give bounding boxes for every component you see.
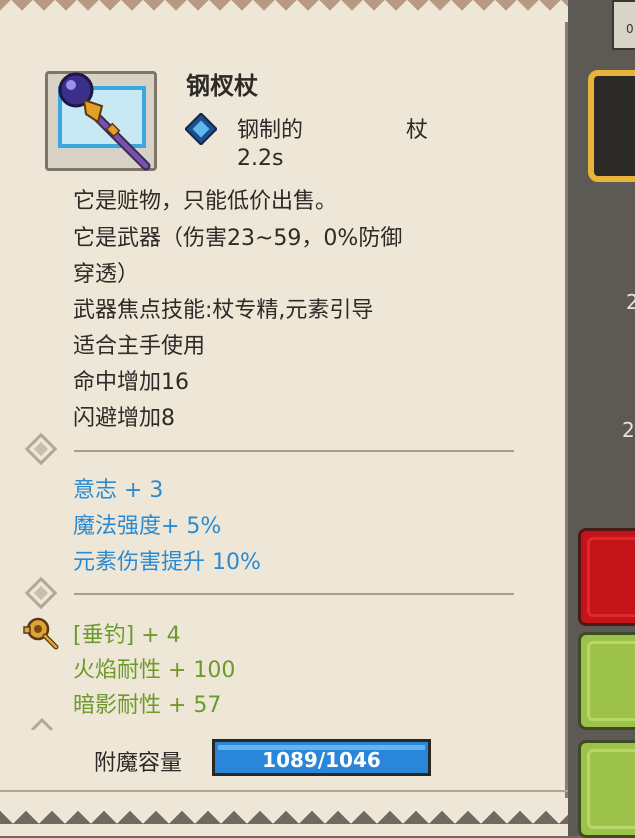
background-number: 2	[622, 418, 635, 442]
item-kind: 杖	[406, 118, 429, 143]
green-button[interactable]	[578, 632, 635, 730]
magic-affix: 元素伤害提升 10%	[73, 550, 261, 575]
section-divider	[74, 450, 514, 452]
green-button[interactable]	[578, 740, 635, 838]
item-quality: 钢制的	[237, 118, 304, 143]
property-line: 适合主手使用	[73, 334, 206, 359]
section-diamond-icon	[24, 576, 58, 610]
property-line: 它是武器（伤害23~59，0%防御	[73, 226, 403, 251]
socket-affix: [垂钓] + 4	[73, 623, 181, 648]
tooltip-bottom-border	[0, 798, 568, 836]
section-diamond-icon	[24, 432, 58, 466]
tooltip-top-border	[0, 0, 568, 22]
property-line: 穿透）	[73, 262, 140, 287]
item-type-icon	[185, 113, 217, 145]
section-divider	[74, 593, 514, 595]
socket-affix: 火焰耐性 + 100	[73, 658, 236, 683]
property-line: 它是赃物，只能低价出售。	[73, 189, 338, 214]
attack-speed: 2.2s	[237, 146, 284, 171]
item-icon-frame	[45, 71, 157, 171]
socket-affix: 暗影耐性 + 57	[73, 693, 222, 718]
section-diamond-icon	[30, 717, 54, 730]
background-tab[interactable]: 0	[612, 0, 635, 50]
red-button[interactable]	[578, 528, 635, 626]
staff-icon	[58, 72, 151, 171]
enchant-capacity-bar: 1089/1046	[212, 739, 431, 776]
enchant-capacity-label: 附魔容量	[94, 751, 183, 776]
property-line: 命中增加16	[73, 370, 189, 395]
fishing-rune-icon	[23, 617, 59, 650]
property-line: 武器焦点技能:杖专精,元素引导	[73, 298, 374, 323]
item-tooltip: 钢杈杖 钢制的 杖 2.2s 它是赃物，只能低价出售。 它是武器（伤害23~59…	[0, 0, 568, 836]
magic-affix: 魔法强度+ 5%	[73, 514, 222, 539]
property-line: 闪避增加8	[73, 406, 175, 431]
tooltip-bottom-line	[0, 790, 568, 792]
item-name: 钢杈杖	[186, 72, 258, 100]
equipment-slot[interactable]	[588, 70, 635, 182]
background-number: 2	[626, 290, 635, 314]
enchant-capacity-value: 1089/1046	[262, 748, 381, 772]
magic-affix: 意志 + 3	[73, 478, 164, 503]
